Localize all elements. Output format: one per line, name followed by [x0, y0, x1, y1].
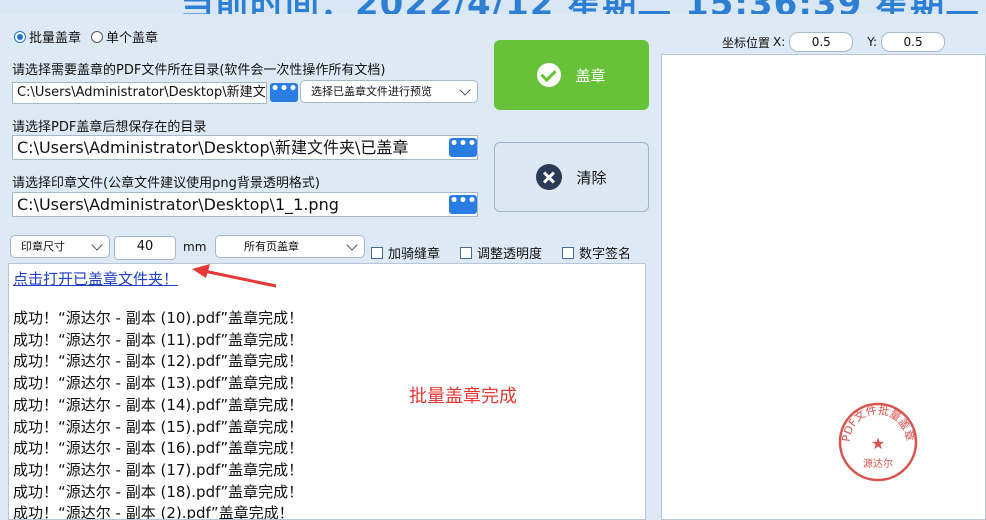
log-line: 成功！“源达尔 - 副本 (17).pdf”盖章完成！	[13, 460, 304, 479]
title-bar: 当前时间：2022/4/12 星期二 15:36:39 星期二	[0, 0, 986, 14]
x-coordinate-input[interactable]: 0.5	[789, 32, 854, 52]
seam-stamp-label: 加骑缝章	[388, 247, 441, 262]
log-line: 成功！“源达尔 - 副本 (12).pdf”盖章完成！	[13, 352, 304, 371]
save-dir-label: 请选择PDF盖章后想保存在的目录	[12, 120, 207, 135]
page-range-select[interactable]: 所有页盖章	[215, 235, 365, 258]
batch-complete-annotation: 批量盖章完成	[409, 386, 517, 407]
log-line: 成功！“源达尔 - 副本 (13).pdf”盖章完成！	[13, 374, 304, 393]
log-line: 成功！“源达尔 - 副本 (10).pdf”盖章完成！	[13, 309, 304, 327]
y-coordinate-input[interactable]: 0.5	[881, 32, 946, 52]
digital-sign-checkbox[interactable]: 数字签名	[562, 243, 631, 262]
stamp-size-select-value: 印章尺寸	[21, 240, 65, 253]
log-lines: 成功！“源达尔 - 副本 (10).pdf”盖章完成！ 成功！“源达尔 - 副本…	[13, 308, 304, 520]
digital-sign-label: 数字签名	[579, 247, 632, 262]
preview-file-select-value: 选择已盖章文件进行预览	[311, 85, 432, 98]
clear-button-label: 清除	[576, 168, 607, 187]
chevron-down-icon	[459, 84, 471, 96]
stamp-preview-area[interactable]: PDF文件批量盖章 ★ 源达尔	[661, 54, 986, 520]
y-label: Y:	[867, 35, 878, 49]
chevron-down-icon	[91, 239, 103, 251]
stamp-size-input[interactable]: 40	[114, 236, 176, 260]
svg-text:★: ★	[871, 434, 885, 453]
seal-center-text: 源达尔	[863, 457, 893, 470]
log-line: 成功！“源达尔 - 副本 (18).pdf”盖章完成！	[13, 482, 304, 501]
batch-mode-label: 批量盖章	[29, 31, 82, 46]
checkbox-box	[460, 246, 472, 259]
transparency-checkbox[interactable]: 调整透明度	[460, 243, 542, 262]
pdf-dir-browse-button[interactable]: •••	[270, 82, 298, 102]
seal-image: PDF文件批量盖章 ★ 源达尔	[838, 403, 917, 482]
annotation-arrow-icon	[192, 264, 277, 288]
coordinate-panel: 坐标位置 X: 0.5 Y: 0.5	[722, 32, 946, 52]
close-circle-icon	[536, 164, 563, 190]
clear-button[interactable]: 清除	[494, 142, 649, 212]
stamp-file-browse-button[interactable]: •••	[449, 194, 477, 214]
title-text: 当前时间：2022/4/12 星期二 15:36:39 星期二	[180, 0, 980, 14]
log-line: 成功！“源达尔 - 副本 (15).pdf”盖章完成！	[13, 417, 304, 436]
open-stamped-folder-link[interactable]: 点击打开已盖章文件夹！	[13, 268, 178, 289]
check-circle-icon	[537, 63, 562, 87]
radio-dot	[91, 30, 104, 43]
log-line: 成功！“源达尔 - 副本 (14).pdf”盖章完成！	[13, 395, 304, 414]
log-panel[interactable]: 点击打开已盖章文件夹！ 成功！“源达尔 - 副本 (10).pdf”盖章完成！ …	[8, 263, 646, 520]
mode-selector: 批量盖章 单个盖章	[14, 27, 158, 46]
pdf-dir-label: 请选择需要盖章的PDF文件所在目录(软件会一次性操作所有文档)	[12, 63, 386, 78]
seam-stamp-checkbox[interactable]: 加骑缝章	[371, 243, 440, 262]
log-line: 成功！“源达尔 - 副本 (11).pdf”盖章完成！	[13, 330, 304, 349]
checkbox-box	[371, 246, 383, 259]
stamp-button[interactable]: 盖章	[494, 40, 649, 110]
page-range-select-value: 所有页盖章	[244, 240, 299, 253]
x-label: X:	[773, 35, 786, 49]
preview-file-select[interactable]: 选择已盖章文件进行预览	[300, 80, 478, 103]
size-unit-label: mm	[183, 240, 207, 254]
single-mode-radio[interactable]: 单个盖章	[91, 27, 158, 46]
stamp-size-select[interactable]: 印章尺寸	[10, 235, 110, 258]
save-dir-browse-button[interactable]: •••	[449, 137, 477, 157]
log-line: 成功！“源达尔 - 副本 (2).pdf”盖章完成！	[13, 504, 294, 520]
chevron-down-icon	[346, 239, 358, 251]
coordinate-label: 坐标位置	[722, 35, 771, 50]
checkbox-box	[562, 246, 574, 259]
single-mode-label: 单个盖章	[106, 31, 159, 46]
stamp-file-label: 请选择印章文件(公章文件建议使用png背景透明格式)	[12, 176, 320, 191]
pdf-dir-input[interactable]: C:\Users\Administrator\Desktop\新建文件	[12, 82, 267, 104]
log-line: 成功！“源达尔 - 副本 (16).pdf”盖章完成！	[13, 439, 304, 458]
transparency-label: 调整透明度	[477, 247, 543, 262]
radio-dot-selected	[14, 30, 26, 43]
batch-mode-radio[interactable]: 批量盖章	[14, 27, 81, 46]
save-dir-input[interactable]: C:\Users\Administrator\Desktop\新建文件夹\已盖章	[12, 135, 478, 160]
stamp-file-input[interactable]: C:\Users\Administrator\Desktop\1_1.png	[12, 192, 478, 217]
stamp-button-label: 盖章	[575, 66, 606, 85]
